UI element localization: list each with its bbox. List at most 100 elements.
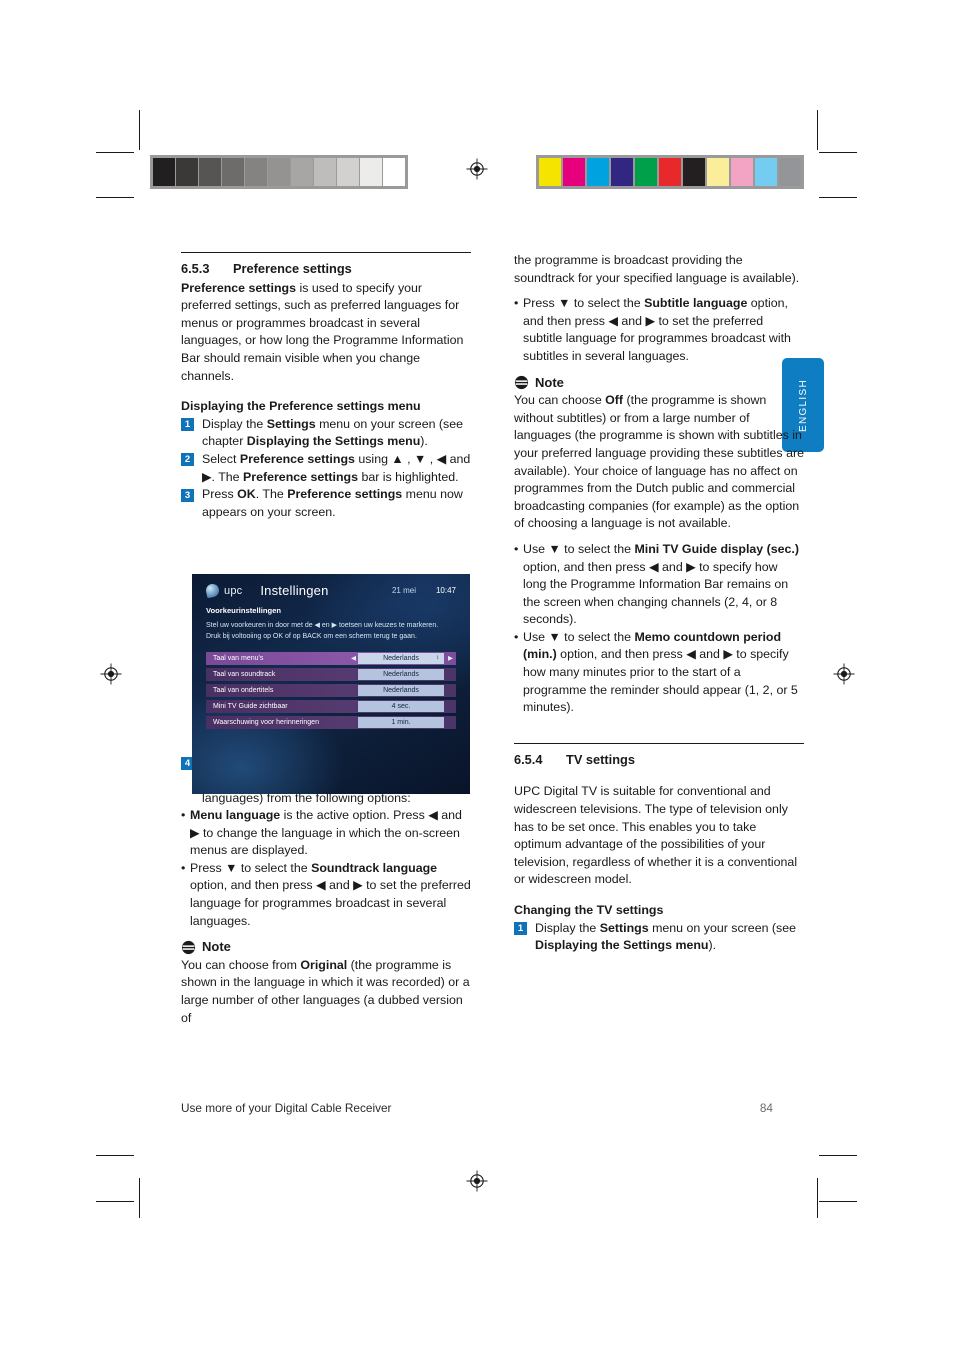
color-swatch-3 [611, 158, 635, 186]
tv-screen-title: Instellingen [260, 583, 329, 598]
right-arrow-icon[interactable]: ▶ [448, 652, 453, 665]
crop-mark-top-right-h [819, 152, 857, 153]
blt1-t2: option, and then press ◀ and ▶ to set th… [190, 878, 471, 928]
bullet-body-subtitle-language: Press ▼ to select the Subtitle language … [523, 295, 804, 365]
step1-t4: ). [420, 434, 428, 449]
spinner-icon[interactable]: ↕ [436, 654, 439, 663]
color-calibration-bar [536, 155, 804, 189]
tv-date: 21 mei [391, 586, 416, 595]
tv-setting-value[interactable]: 4 sec. [358, 701, 444, 712]
color-swatch-2 [587, 158, 611, 186]
section-divider-654 [514, 742, 804, 744]
step-2-left: 2 Select Preference settings using ▲ , ▼… [181, 451, 471, 486]
rb1-t0: Use ▼ to select the [523, 541, 635, 556]
step3-t2: . The [255, 487, 288, 502]
crop-mark-top-right-v [817, 110, 818, 150]
color-swatch-5 [659, 158, 683, 186]
step-3-left: 3 Press OK. The Preference settings menu… [181, 486, 471, 521]
section-heading-653: 6.5.3 Preference settings [181, 260, 471, 278]
step-badge-1: 1 [181, 418, 194, 432]
tv-setting-label: Taal van menu's [213, 655, 264, 662]
note-icon [514, 375, 529, 390]
bullet-menu-language: • Menu language is the active option. Pr… [181, 807, 471, 860]
tv-setting-label: Waarschuwing voor herinneringen [213, 719, 319, 726]
tv-setting-row[interactable]: Taal van ondertitels Nederlands [206, 684, 456, 697]
bullet-dot: • [181, 860, 186, 875]
bullet-dot: • [181, 808, 186, 823]
note-icon [181, 940, 196, 955]
section-heading-654: 6.5.4 TV settings [514, 751, 804, 769]
color-swatch-0 [539, 158, 563, 186]
step2-t4: bar is highlighted. [358, 469, 459, 484]
subheading-changing-tv-settings: Changing the TV settings [514, 903, 664, 917]
right-text-column: the programme is broadcast providing the… [514, 252, 804, 955]
crop-mark-bottom-right-h [819, 1155, 857, 1156]
bullet-dot: • [514, 541, 519, 556]
step-badge-3: 3 [181, 488, 194, 502]
crop-mark-top-left-h2 [96, 197, 134, 198]
page-number: 84 [759, 1101, 773, 1115]
intro-rest: is used to specify your preferred settin… [181, 280, 464, 383]
tv-instruction-text: Stel uw voorkeuren in door met de ◀ en ▶… [206, 622, 439, 640]
gray-swatch-10 [383, 158, 405, 186]
bullet-subtitle-language: • Press ▼ to select the Subtitle languag… [514, 295, 804, 365]
tv-setting-value[interactable]: 1 min. [358, 717, 444, 728]
rb1-t2: option, and then press ◀ and ▶ to specif… [523, 559, 789, 627]
rb1-t1: Mini TV Guide display (sec.) [634, 541, 799, 556]
intro-lead-bold: Preference settings [181, 280, 297, 295]
footer-chapter-label: Use more of your Digital Cable Receiver [181, 1101, 392, 1115]
rs1-t2: menu on your screen (see [648, 920, 797, 935]
crop-mark-bottom-right-v [817, 1178, 818, 1218]
crop-mark-top-left-h [96, 152, 134, 153]
step1-t3: Displaying the Settings menu [246, 434, 421, 449]
bullet-mini-tv-guide: • Use ▼ to select the Mini TV Guide disp… [514, 541, 804, 629]
tv-settings-intro: UPC Digital TV is suitable for conventio… [514, 784, 798, 887]
tv-setting-row[interactable]: Taal van soundtrack Nederlands [206, 668, 456, 681]
tv-setting-row[interactable]: Waarschuwing voor herinneringen 1 min. [206, 716, 456, 729]
bullet-body-mini-tv-guide: Use ▼ to select the Mini TV Guide displa… [523, 541, 804, 629]
bullet-body-memo-countdown: Use ▼ to select the Memo countdown perio… [523, 629, 804, 717]
step-badge-1-right: 1 [514, 922, 527, 936]
upc-logo-icon [204, 582, 221, 599]
subheading-displaying-preference-menu: Displaying the Preference settings menu [181, 399, 421, 414]
section-divider-653 [181, 252, 471, 253]
note-title-left: Note [181, 938, 471, 956]
rb2-t2: option, and then press ◀ and ▶ to specif… [523, 647, 798, 715]
rb2-t0: Use ▼ to select the [523, 629, 635, 644]
tv-setting-value[interactable]: Nederlands [358, 685, 444, 696]
step-1-left: 1 Display the Settings menu on your scre… [181, 416, 471, 451]
registration-mark-bottom [466, 1170, 488, 1192]
crop-mark-bottom-left-h [96, 1155, 134, 1156]
note-label-left: Note [202, 939, 231, 955]
section-number-653: 6.5.3 [181, 261, 210, 276]
step-1-right: 1 Display the Settings menu on your scre… [514, 920, 804, 955]
note-body-left: You can choose from Original (the progra… [181, 957, 471, 1027]
left-arrow-icon[interactable]: ◀ [351, 652, 356, 665]
tv-setting-row[interactable]: Taal van menu's ◀ Nederlands ↕ ▶ [206, 652, 456, 665]
rs1-t4: ). [708, 938, 717, 953]
rb0-t1: Subtitle language [644, 296, 748, 311]
gray-swatch-4 [245, 158, 268, 186]
step2-t3: Preference settings [242, 469, 358, 484]
step-body-2: Select Preference settings using ▲ , ▼ ,… [202, 451, 471, 486]
section-title-654: TV settings [566, 751, 635, 767]
tv-setting-label: Mini TV Guide zichtbaar [213, 703, 288, 710]
tv-setting-value[interactable]: Nederlands [358, 669, 444, 680]
nr-t1: Off [605, 393, 624, 408]
step-body-1-right: Display the Settings menu on your screen… [535, 920, 804, 955]
blt1-t0: Press ▼ to select the [190, 860, 312, 875]
nr-t2: (the programme is shown without subtitle… [514, 393, 804, 531]
tv-header: upc Instellingen 21 mei 10:47 [192, 574, 470, 599]
gray-swatch-9 [360, 158, 383, 186]
intro-paragraph-653: Preference settings is used to specify y… [181, 280, 471, 386]
section-title-653: Preference settings [233, 261, 352, 276]
step2-t0: Select [202, 451, 240, 466]
crop-mark-bottom-right-h2 [819, 1201, 857, 1202]
tv-setting-value[interactable]: Nederlands ↕ [358, 653, 444, 664]
blt1-t1: Soundtrack language [311, 860, 438, 875]
tv-setting-row[interactable]: Mini TV Guide zichtbaar 4 sec. [206, 700, 456, 713]
bullet-body-soundtrack-language: Press ▼ to select the Soundtrack languag… [190, 860, 471, 930]
tv-brand-label: upc [224, 584, 243, 597]
gray-swatch-8 [337, 158, 360, 186]
grayscale-calibration-bar [150, 155, 408, 189]
